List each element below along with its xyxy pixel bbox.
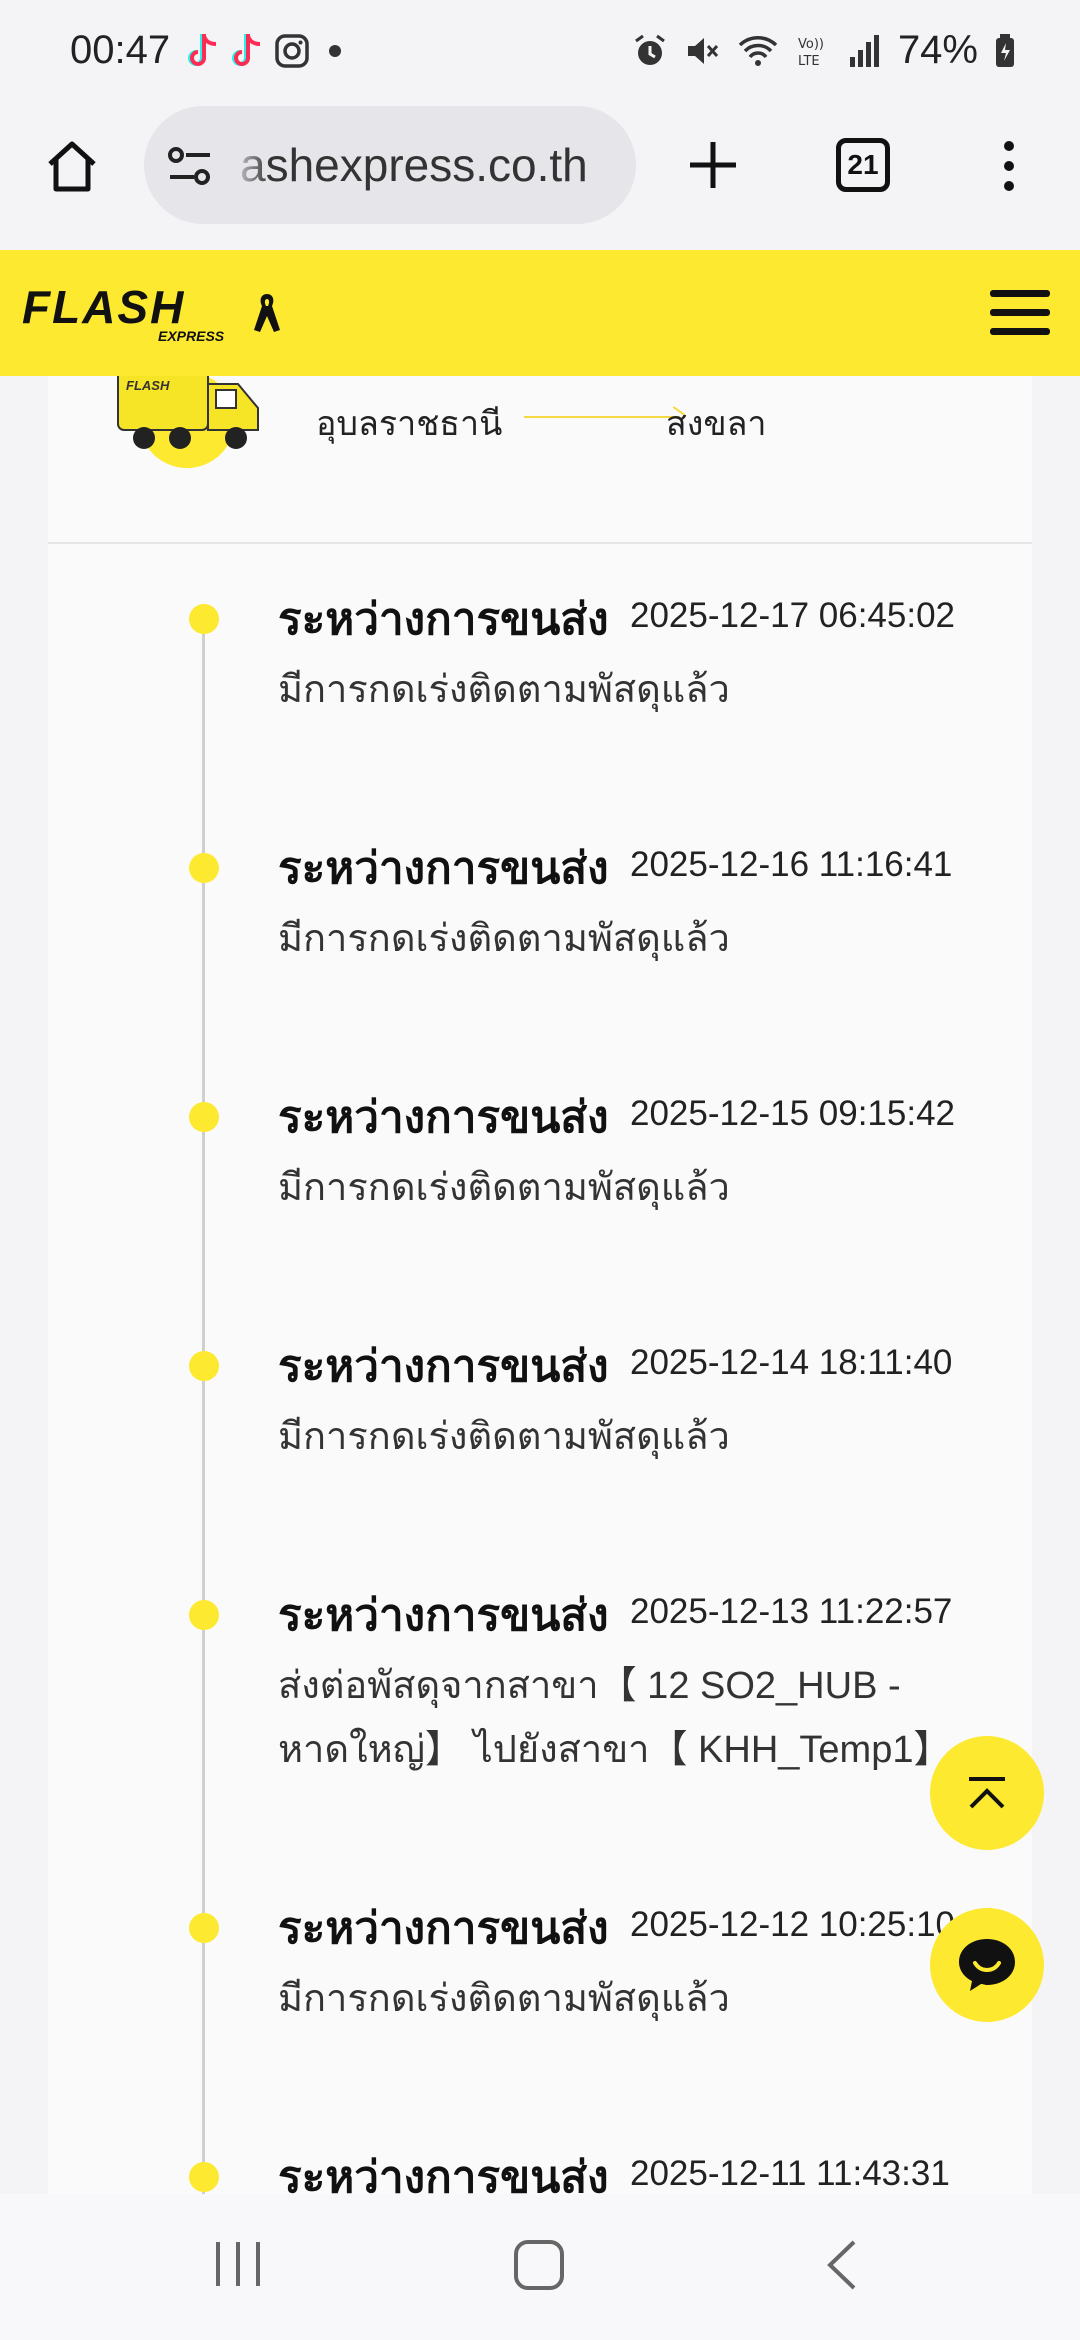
route-origin: อุบลราชธานี (316, 405, 503, 443)
more-options-icon[interactable] (994, 136, 1024, 196)
event-timestamp: 2025-12-16 11:16:41 (630, 845, 953, 884)
timeline-dot (189, 2162, 219, 2192)
notification-dot-icon (329, 45, 341, 57)
site-header: FLASH EXPRESS (0, 250, 1080, 376)
event-timestamp: 2025-12-14 18:11:40 (630, 1343, 953, 1382)
event-description: มีการกดเร่งติดตามพัสดุแล้ว (278, 1416, 730, 1458)
flash-express-logo[interactable]: FLASH EXPRESS (22, 276, 242, 348)
timeline-dot (189, 1600, 219, 1630)
url-fade (230, 106, 270, 224)
timeline-dot (189, 604, 219, 634)
recent-apps-icon[interactable] (212, 2238, 264, 2290)
event-description: มีการกดเร่งติดตามพัสดุแล้ว (278, 669, 730, 711)
event-description: ส่งต่อพัสดุจากสาขา【 12 SO2_HUB - หาดใหญ่… (278, 1665, 952, 1771)
event-timestamp: 2025-12-15 09:15:42 (630, 1094, 955, 1133)
site-settings-icon[interactable] (166, 144, 214, 188)
event-status: ระหว่างการขนส่ง (278, 1591, 609, 1640)
instagram-icon (275, 34, 309, 68)
event-status: ระหว่างการขนส่ง (278, 844, 609, 893)
battery-percent: 74% (897, 28, 978, 72)
new-tab-icon[interactable] (686, 138, 740, 192)
timeline-dot (189, 1913, 219, 1943)
event-description: มีการกดเร่งติดตามพัสดุแล้ว (278, 918, 730, 960)
battery-icon (996, 33, 1014, 67)
event-status: ระหว่างการขนส่ง (278, 1342, 609, 1391)
status-system-icons: Vo)) LTE 74% (632, 28, 1016, 73)
logo-text: FLASH (22, 281, 186, 333)
timeline-dot (189, 1102, 219, 1132)
tiktok-icon (188, 34, 217, 66)
chevron-up-icon (969, 1777, 1005, 1809)
home-nav-icon[interactable] (512, 2238, 566, 2292)
url-text: ashexpress.co.th (240, 139, 588, 191)
tracking-card: FLASH อุบลราชธานี สงขลา ระหว่างการขนส่ง … (48, 376, 1032, 2194)
ribbon-icon (254, 294, 280, 332)
tiktok-icon-2 (232, 34, 261, 66)
event-timestamp: 2025-12-11 11:43:31 (630, 2154, 950, 2193)
event-status: ระหว่างการขนส่ง (278, 2153, 609, 2194)
event-timestamp: 2025-12-17 06:45:02 (630, 596, 955, 635)
status-bar: 00:47 Vo)) LTE 74% (0, 0, 1080, 106)
tab-count: 21 (847, 149, 879, 180)
signal-icon (849, 34, 879, 67)
svg-text:Vo)): Vo)) (798, 37, 824, 52)
route-row: FLASH อุบลราชธานี สงขลา (48, 376, 1032, 544)
mute-icon (687, 37, 719, 64)
event-status: ระหว่างการขนส่ง (278, 1904, 609, 1953)
volte-icon: Vo)) LTE (798, 37, 824, 69)
event-timestamp: 2025-12-13 11:22:57 (630, 1592, 953, 1631)
tab-switcher-button[interactable]: 21 (836, 138, 890, 192)
chat-button[interactable] (930, 1908, 1044, 2022)
event-status: ระหว่างการขนส่ง (278, 595, 609, 644)
timeline-dot (189, 853, 219, 883)
address-bar[interactable]: ashexpress.co.th (144, 106, 636, 224)
back-icon[interactable] (822, 2238, 862, 2292)
route-destination: สงขลา (666, 405, 767, 443)
svg-text:LTE: LTE (798, 54, 820, 69)
tracking-content: FLASH อุบลราชธานี สงขลา ระหว่างการขนส่ง … (0, 376, 1080, 2194)
scroll-to-top-button[interactable] (930, 1736, 1044, 1850)
event-description: มีการกดเร่งติดตามพัสดุแล้ว (278, 1167, 730, 1209)
status-time: 00:47 (70, 28, 171, 72)
system-navigation-bar (0, 2194, 1080, 2340)
chat-icon (959, 1939, 1015, 1991)
route-arrow-line (524, 416, 680, 418)
alarm-icon (635, 34, 665, 65)
status-notification-icons (186, 32, 350, 70)
timeline-dot (189, 1351, 219, 1381)
wifi-icon (738, 35, 778, 66)
home-icon[interactable] (42, 136, 102, 196)
browser-toolbar: ashexpress.co.th 21 (0, 106, 1080, 248)
logo-subtext: EXPRESS (158, 328, 225, 344)
event-status: ระหว่างการขนส่ง (278, 1093, 609, 1142)
delivery-truck-icon: FLASH (117, 376, 259, 468)
event-timestamp: 2025-12-12 10:25:10 (630, 1905, 955, 1944)
event-description: มีการกดเร่งติดตามพัสดุแล้ว (278, 1978, 730, 2020)
svg-text:FLASH: FLASH (126, 378, 170, 393)
hamburger-menu-icon[interactable] (988, 288, 1052, 338)
